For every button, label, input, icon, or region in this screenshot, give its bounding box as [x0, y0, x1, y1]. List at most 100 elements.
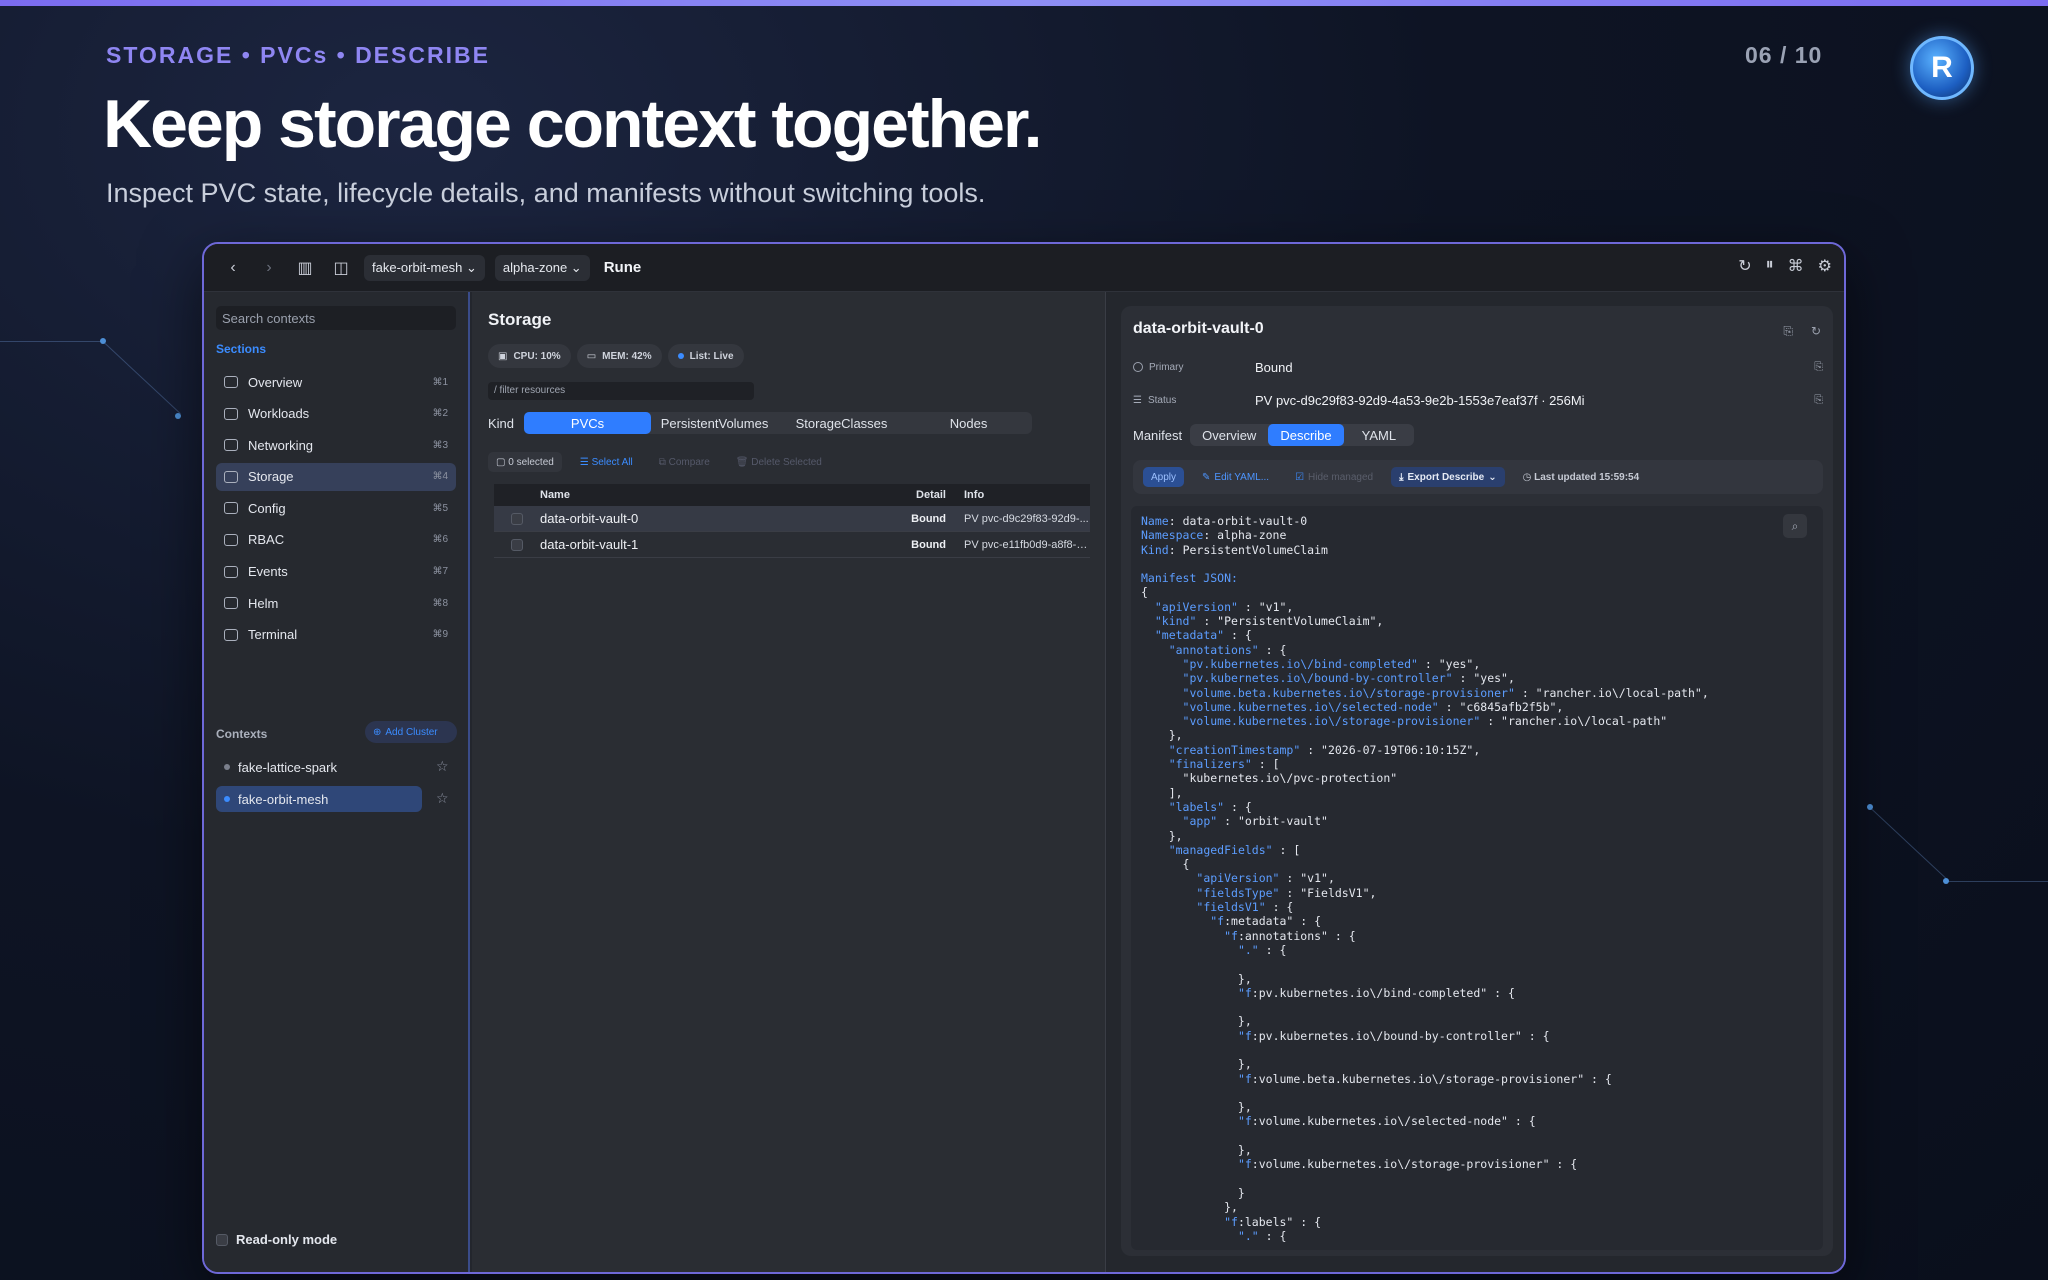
sidebar-toggle-icon[interactable]: ▥: [292, 258, 318, 278]
search-icon[interactable]: ⌕: [1783, 514, 1807, 538]
tab-persistentvolumes[interactable]: PersistentVolumes: [651, 412, 778, 434]
selected-count: ▢ 0 selected: [488, 452, 562, 472]
table-row[interactable]: data-orbit-vault-0 Bound PV pvc-d9c29f83…: [494, 506, 1090, 532]
compare-button[interactable]: ⧉ Compare: [651, 452, 718, 472]
tab-pvcs[interactable]: PVCs: [524, 412, 652, 434]
slide-eyebrow: STORAGE • PVCs • DESCRIBE: [106, 42, 490, 68]
sidebar-item-label: Networking: [248, 437, 314, 453]
forward-icon[interactable]: ›: [256, 259, 282, 277]
tab-yaml[interactable]: YAML: [1344, 424, 1414, 446]
refresh-icon[interactable]: ↻: [1738, 256, 1751, 276]
pause-icon[interactable]: ⏸: [1766, 256, 1774, 276]
sidebar-item-overview[interactable]: Overview ⌘1: [216, 368, 456, 396]
namespace-select[interactable]: alpha-zone ⌄: [494, 254, 590, 281]
context-status-dot: [224, 796, 230, 802]
copy-icon[interactable]: ⎘: [1814, 394, 1823, 407]
column-detail[interactable]: Detail: [897, 489, 950, 501]
slide-subline: Inspect PVC state, lifecycle details, an…: [106, 178, 986, 208]
kind-tabs: PVCs PersistentVolumes StorageClasses No…: [524, 412, 1033, 434]
sidebar-item-config[interactable]: Config ⌘5: [216, 494, 456, 522]
table-row[interactable]: data-orbit-vault-1 Bound PV pvc-e11fb0d9…: [494, 532, 1090, 558]
sidebar-item-workloads[interactable]: Workloads ⌘2: [216, 400, 456, 428]
export-describe-button[interactable]: ⤓ Export Describe ⌄: [1391, 467, 1505, 487]
edit-yaml-button[interactable]: ✎ Edit YAML...: [1194, 467, 1277, 487]
primary-label: Primary: [1149, 361, 1184, 373]
sidebar-item-storage[interactable]: Storage ⌘4: [216, 462, 456, 491]
tab-storageclasses[interactable]: StorageClasses: [778, 412, 905, 434]
deco-line: [1946, 881, 2048, 882]
cluster-select[interactable]: fake-orbit-mesh ⌄: [364, 254, 485, 281]
add-cluster-button[interactable]: ⊕ Add Cluster: [365, 721, 457, 743]
readonly-checkbox[interactable]: [216, 1233, 228, 1246]
select-all-label: Select All: [591, 456, 633, 468]
command-icon[interactable]: ⌘: [1788, 256, 1804, 276]
checkbox-checked-icon: ☑: [1295, 471, 1305, 483]
sidebar-item-rbac[interactable]: RBAC ⌘6: [216, 526, 456, 554]
sidebar-item-terminal[interactable]: Terminal ⌘9: [216, 621, 456, 649]
search-input[interactable]: Search contexts: [216, 306, 456, 330]
row-checkbox[interactable]: [511, 538, 523, 551]
context-item[interactable]: fake-orbit-mesh: [216, 786, 422, 812]
gear-icon[interactable]: ⚙: [1818, 256, 1832, 276]
star-icon[interactable]: ☆: [436, 758, 449, 775]
contexts-label: Contexts: [216, 727, 268, 741]
tab-overview[interactable]: Overview: [1190, 424, 1268, 446]
mem-pill: ▭ MEM: 42%: [576, 344, 662, 368]
manifest-tabs-row: Manifest Overview Describe YAML: [1133, 424, 1415, 446]
column-info[interactable]: Info: [950, 489, 1090, 501]
sidebar-item-label: Events: [248, 564, 288, 580]
manifest-tabs: Overview Describe YAML: [1190, 424, 1415, 446]
detail-title: data-orbit-vault-0: [1133, 320, 1264, 337]
row-name: data-orbit-vault-1: [540, 537, 639, 552]
refresh-icon[interactable]: ↻: [1811, 324, 1821, 339]
hide-managed-toggle[interactable]: ☑ Hide managed: [1287, 467, 1381, 487]
context-item[interactable]: fake-lattice-spark: [216, 754, 422, 780]
filter-input[interactable]: / filter resources: [488, 382, 754, 400]
tab-nodes[interactable]: Nodes: [905, 412, 1032, 434]
column-name[interactable]: Name: [540, 489, 897, 501]
primary-row: Primary Bound ⎘: [1133, 358, 1823, 376]
chevron-down-icon: ⌄: [1488, 471, 1497, 483]
slide-headline: Keep storage context together.: [103, 86, 1043, 162]
cpu-icon: ▣: [498, 350, 508, 362]
row-detail: Bound: [911, 538, 946, 551]
tab-describe[interactable]: Describe: [1268, 424, 1344, 446]
compare-label: Compare: [668, 456, 710, 468]
code-namespace: alpha-zone: [1217, 528, 1287, 543]
sidebar-item-events[interactable]: Events ⌘7: [216, 558, 456, 586]
sidebar-item-networking[interactable]: Networking ⌘3: [216, 431, 456, 459]
primary-key: Primary: [1133, 362, 1255, 373]
star-icon[interactable]: ☆: [436, 790, 449, 807]
delete-selected-button[interactable]: 🗑 Delete Selected: [728, 452, 830, 472]
select-all-button[interactable]: ☰ Select All: [572, 452, 641, 472]
panel-toggle-icon[interactable]: ◫: [328, 258, 354, 278]
select-all-icon: ☰: [579, 456, 589, 468]
copy-icon[interactable]: ⎘: [1783, 324, 1793, 339]
manifest-label: Manifest: [1133, 427, 1183, 443]
row-detail: Bound: [911, 512, 946, 525]
shortcut-hint: ⌘3: [432, 439, 448, 451]
back-icon[interactable]: ‹: [220, 259, 246, 277]
sidebar-item-label: RBAC: [248, 532, 285, 548]
context-label: fake-lattice-spark: [238, 759, 337, 775]
apply-button[interactable]: Apply: [1143, 467, 1185, 487]
chevron-down-icon: ⌄: [465, 259, 477, 275]
deco-dot: [1867, 804, 1873, 810]
metric-pills: ▣ CPU: 10% ▭ MEM: 42% List: Live: [488, 344, 744, 368]
row-info: PV pvc-e11fb0d9-a8f8-4...: [964, 538, 1090, 551]
cpu-pill: ▣ CPU: 10%: [488, 344, 571, 368]
describe-text: Name: data-orbit-vault-0 Namespace: alph…: [1141, 514, 1709, 1243]
titlebar-actions: ↻ ⏸ ⌘ ⚙: [1738, 256, 1832, 276]
readonly-toggle[interactable]: Read-only mode: [216, 1232, 337, 1247]
copy-icon[interactable]: ⎘: [1814, 361, 1823, 374]
kind-selector: Kind PVCs PersistentVolumes StorageClass…: [488, 412, 1033, 434]
row-checkbox[interactable]: [511, 512, 523, 525]
status-key: ☰ Status: [1133, 395, 1255, 406]
status-row: ☰ Status PV pvc-d9c29f83-92d9-4a53-9e2b-1…: [1133, 391, 1823, 409]
shortcut-hint: ⌘4: [432, 471, 448, 483]
sidebar-item-helm[interactable]: Helm ⌘8: [216, 589, 456, 617]
sections-label: Sections: [216, 342, 267, 356]
trash-icon: 🗑: [735, 456, 749, 468]
selection-toolbar: ▢ 0 selected ☰ Select All ⧉ Compare 🗑 De…: [488, 452, 830, 472]
code-name: data-orbit-vault-0: [1182, 514, 1308, 528]
